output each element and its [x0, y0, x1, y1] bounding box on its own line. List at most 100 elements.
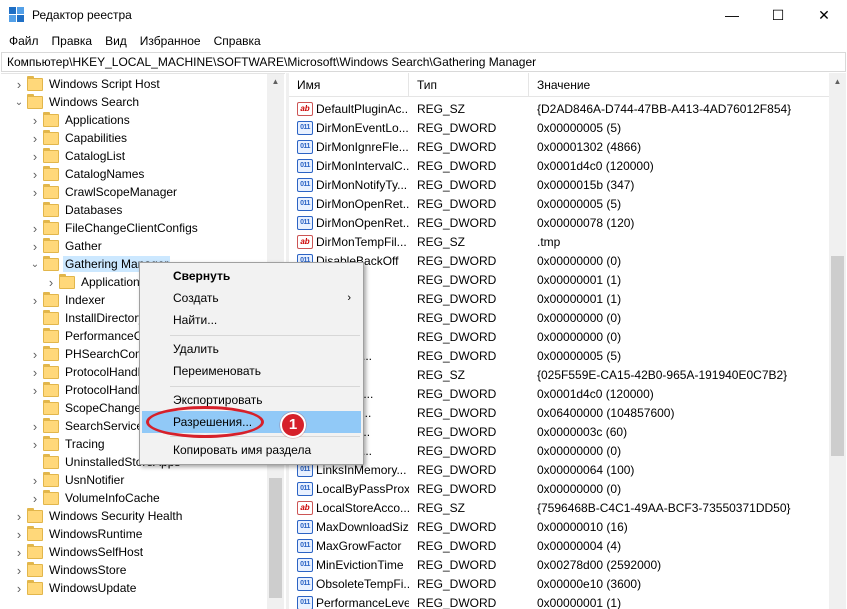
close-button[interactable]: ✕	[801, 0, 847, 30]
menu-item-copy-key-name[interactable]: Копировать имя раздела	[142, 439, 361, 461]
list-row[interactable]: ab LocalStoreAcco... REG_SZ {7596468B-C4C1-…	[289, 498, 830, 517]
tree-item[interactable]: › CatalogList	[1, 147, 267, 165]
tree-item[interactable]: Databases	[1, 201, 267, 219]
chevron-right-icon[interactable]: ›	[14, 525, 24, 543]
chevron-right-icon[interactable]: ›	[30, 147, 40, 165]
chevron-right-icon[interactable]: ›	[30, 291, 40, 309]
list-row[interactable]: 011...essMe...REG_DWORD0x06400000 (10485…	[289, 403, 830, 422]
list-row[interactable]: ab DirMonTempFil... REG_SZ .tmp	[289, 232, 830, 251]
scroll-up-arrow-icon[interactable]: ▲	[829, 77, 846, 86]
menu-item-rename[interactable]: Переименовать	[142, 360, 361, 382]
chevron-down-icon[interactable]: ⌄	[14, 93, 24, 111]
folder-icon	[43, 111, 59, 127]
column-type-header[interactable]: Тип	[409, 73, 529, 97]
tree-item[interactable]: › Windows Security Health	[1, 507, 267, 525]
tree-item[interactable]: › UsnNotifier	[1, 471, 267, 489]
tree-item[interactable]: › CatalogNames	[1, 165, 267, 183]
chevron-right-icon[interactable]: ›	[30, 165, 40, 183]
value-data: 0x00000064 (100)	[537, 462, 635, 477]
value-data: 0x00000001 (1)	[537, 272, 622, 287]
list-row[interactable]: 011 MaxGrowFactor REG_DWORD 0x00000004 (4)	[289, 536, 830, 555]
menu-help[interactable]: Справка	[208, 34, 268, 48]
list-row[interactable]: 011...tCNErr...REG_DWORD0x00000000 (0)	[289, 441, 830, 460]
list-scrollbar-thumb[interactable]	[831, 256, 844, 456]
tree-item[interactable]: › WindowsSelfHost	[1, 543, 267, 561]
list-row[interactable]: 011 LinksInMemory... REG_DWORD 0x00000064 (…	[289, 460, 830, 479]
chevron-right-icon[interactable]: ›	[30, 489, 40, 507]
list-row[interactable]: 011 DirMonEventLo... REG_DWORD 0x00000005 (…	[289, 118, 830, 137]
menu-item-collapse[interactable]: Свернуть	[142, 265, 361, 287]
chevron-right-icon[interactable]: ›	[30, 237, 40, 255]
list-row[interactable]: 011 DirMonIgnreFle... REG_DWORD 0x00001302 …	[289, 137, 830, 156]
menu-item-delete[interactable]: Удалить	[142, 338, 361, 360]
list-row[interactable]: 011 DisableBackOff REG_DWORD 0x00000000 (0)	[289, 251, 830, 270]
list-row[interactable]: 011...Proces...REG_DWORD0x0001d4c0 (1200…	[289, 384, 830, 403]
chevron-right-icon[interactable]: ›	[30, 183, 40, 201]
list-row[interactable]: 011 DirMonOpenRet... REG_DWORD 0x00000078 (…	[289, 213, 830, 232]
list-row[interactable]: 011 ObsoleteTempFi... REG_DWORD 0x00000e10 …	[289, 574, 830, 593]
chevron-right-icon[interactable]: ›	[14, 75, 24, 93]
tree-item-label: Indexer	[65, 293, 106, 307]
menu-file[interactable]: Файл	[3, 34, 46, 48]
chevron-right-icon[interactable]: ›	[30, 129, 40, 147]
chevron-right-icon[interactable]: ›	[30, 435, 40, 453]
menu-item-find[interactable]: Найти...	[142, 309, 361, 331]
chevron-right-icon[interactable]: ›	[30, 345, 40, 363]
dword-value-icon: 011	[297, 139, 313, 154]
chevron-right-icon[interactable]: ›	[30, 381, 40, 399]
minimize-button[interactable]: —	[709, 0, 755, 30]
tree-item[interactable]: › CrawlScopeManager	[1, 183, 267, 201]
chevron-right-icon[interactable]: ›	[14, 561, 24, 579]
chevron-right-icon[interactable]: ›	[46, 273, 56, 291]
list-row[interactable]: 011 DirMonOpenRet... REG_DWORD 0x00000005 (…	[289, 194, 830, 213]
list-row[interactable]: 011...heckFr...REG_DWORD0x00000005 (5)	[289, 346, 830, 365]
tree-item-label: UsnNotifier	[65, 473, 125, 487]
list-scrollbar[interactable]: ▲	[829, 73, 846, 609]
tree-item[interactable]: › Windows Script Host	[1, 75, 267, 93]
menu-edit[interactable]: Правка	[46, 34, 100, 48]
chevron-right-icon[interactable]: ›	[30, 219, 40, 237]
column-name-header[interactable]: Имя	[289, 73, 409, 97]
tree-item-label: Windows Script Host	[49, 77, 160, 91]
list-row[interactable]: 011...ckOff...REG_DWORD0x00000000 (0)	[289, 308, 830, 327]
list-row[interactable]: 011 PerformanceLevel REG_DWORD 0x00000001 (…	[289, 593, 830, 609]
chevron-right-icon[interactable]: ›	[30, 363, 40, 381]
list-row[interactable]: 011...ckOff...REG_DWORD0x00000001 (1)	[289, 270, 830, 289]
tree-scrollbar-thumb[interactable]	[269, 478, 282, 598]
list-row[interactable]: 011...ckOff...REG_DWORD0x00000001 (1)	[289, 289, 830, 308]
list-row[interactable]: 011...gisterREG_DWORD0x00000000 (0)	[289, 327, 830, 346]
tree-item[interactable]: › Gather	[1, 237, 267, 255]
maximize-button[interactable]: ☐	[755, 0, 801, 30]
tree-item[interactable]: › WindowsUpdate	[1, 579, 267, 597]
tree-item[interactable]: › VolumeInfoCache	[1, 489, 267, 507]
list-row[interactable]: ab DefaultPluginAc... REG_SZ {D2AD846A-D744…	[289, 99, 830, 118]
list-row[interactable]: 011 DirMonNotifyTy... REG_DWORD 0x0000015b …	[289, 175, 830, 194]
tree-item[interactable]: › WindowsRuntime	[1, 525, 267, 543]
menu-favorites[interactable]: Избранное	[134, 34, 208, 48]
chevron-right-icon[interactable]: ›	[30, 111, 40, 129]
tree-item[interactable]: › WindowsStore	[1, 561, 267, 579]
chevron-right-icon[interactable]: ›	[14, 579, 24, 597]
list-row[interactable]: 011 MinEvictionTime REG_DWORD 0x00278d00 (2…	[289, 555, 830, 574]
chevron-right-icon[interactable]: ›	[30, 417, 40, 435]
chevron-down-icon[interactable]: ⌄	[30, 255, 40, 273]
list-row[interactable]: 011 DirMonIntervalC... REG_DWORD 0x0001d4c0…	[289, 156, 830, 175]
list-row[interactable]: 011 MaxDownloadSize REG_DWORD 0x00000010 (1…	[289, 517, 830, 536]
chevron-right-icon[interactable]: ›	[30, 471, 40, 489]
menu-view[interactable]: Вид	[99, 34, 134, 48]
menu-item-create[interactable]: Создать ›	[142, 287, 361, 309]
scroll-up-arrow-icon[interactable]: ▲	[267, 77, 284, 86]
chevron-right-icon[interactable]: ›	[14, 543, 24, 561]
list-row[interactable]: 011 LocalByPassProxy REG_DWORD 0x00000000 (…	[289, 479, 830, 498]
tree-item[interactable]: › Applications	[1, 111, 267, 129]
values-list[interactable]: Имя Тип Значение ab DefaultPluginAc... REG…	[289, 73, 830, 609]
list-row[interactable]: 011...eartbe...REG_DWORD0x0000003c (60)	[289, 422, 830, 441]
tree-item[interactable]: › Capabilities	[1, 129, 267, 147]
tree-item[interactable]: ⌄ Windows Search	[1, 93, 267, 111]
tree-item[interactable]: › FileChangeClientConfigs	[1, 219, 267, 237]
column-value-header[interactable]: Значение	[529, 73, 830, 97]
value-type: REG_DWORD	[417, 291, 497, 306]
address-bar[interactable]: Компьютер\HKEY_LOCAL_MACHINE\SOFTWARE\Mi…	[1, 52, 846, 72]
chevron-right-icon[interactable]: ›	[14, 507, 24, 525]
list-row[interactable]: ab...retREG_SZ{025F559E-CA15-42B0-965A-1…	[289, 365, 830, 384]
